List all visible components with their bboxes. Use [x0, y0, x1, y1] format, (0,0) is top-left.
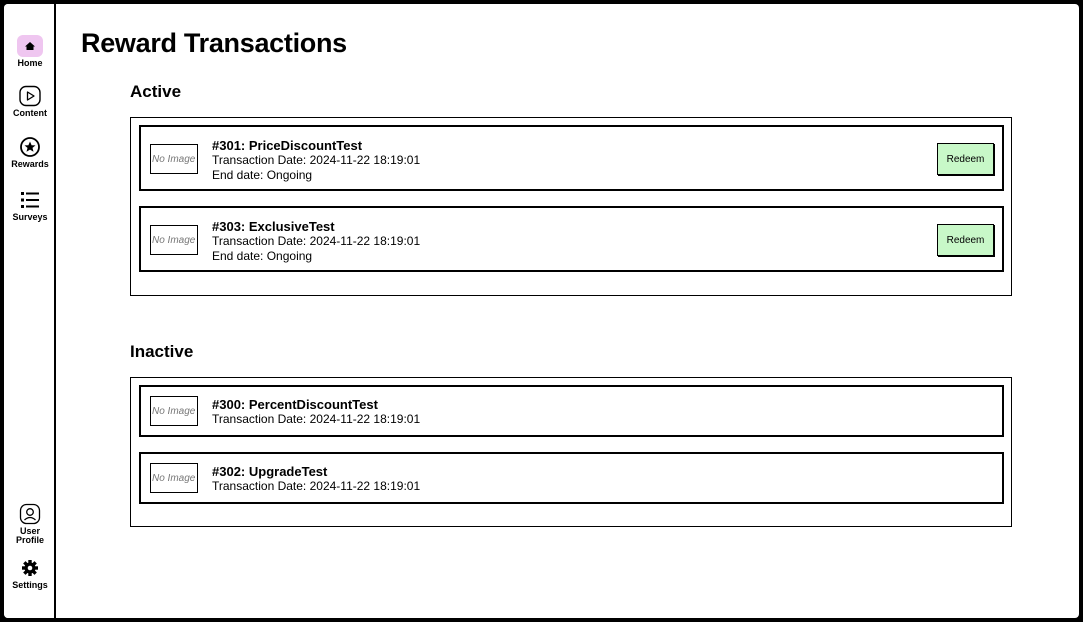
reward-card: No Image #302: UpgradeTest Transaction D…: [139, 452, 1004, 504]
nav-home-label: Home: [17, 58, 43, 68]
nav-surveys[interactable]: Surveys: [4, 189, 56, 222]
nav-home[interactable]: Home: [4, 35, 56, 68]
nav-surveys-label: Surveys: [12, 212, 48, 222]
transaction-date: Transaction Date: 2024-11-22 18:19:01: [212, 479, 421, 493]
reward-card: No Image #300: PercentDiscountTest Trans…: [139, 385, 1004, 437]
reward-title: #303: ExclusiveTest: [212, 219, 335, 234]
home-icon: [17, 35, 43, 57]
active-section-title: Active: [130, 82, 182, 101]
nav-rewards[interactable]: Rewards: [4, 136, 56, 169]
reward-card: No Image #301: PriceDiscountTest Transac…: [139, 125, 1004, 191]
sidebar: Home Content Rewards Surveys User Profil: [4, 4, 56, 618]
list-icon: [17, 189, 43, 211]
reward-image-placeholder: No Image: [150, 144, 198, 174]
page-title: Reward Transactions: [81, 28, 347, 58]
transaction-date: Transaction Date: 2024-11-22 18:19:01: [212, 234, 421, 248]
gear-icon: [17, 557, 43, 579]
inactive-section-title: Inactive: [130, 342, 194, 361]
nav-settings[interactable]: Settings: [4, 557, 56, 590]
nav-content[interactable]: Content: [4, 85, 56, 118]
nav-rewards-label: Rewards: [11, 159, 49, 169]
reward-title: #300: PercentDiscountTest: [212, 397, 378, 412]
nav-user-profile-label: User Profile: [15, 526, 44, 545]
nav-settings-label: Settings: [12, 580, 48, 590]
user-icon: [17, 503, 43, 525]
transaction-date: Transaction Date: 2024-11-22 18:19:01: [212, 153, 421, 167]
reward-title: #301: PriceDiscountTest: [212, 138, 363, 153]
star-icon: [17, 136, 43, 158]
end-date: End date: Ongoing: [212, 248, 313, 263]
nav-user-profile[interactable]: User Profile: [4, 503, 56, 545]
app-window: Home Content Rewards Surveys User Profil: [4, 4, 1079, 618]
play-icon: [17, 85, 43, 107]
reward-card: No Image #303: ExclusiveTest Transaction…: [139, 206, 1004, 272]
reward-title: #302: UpgradeTest: [212, 464, 328, 479]
main-content: Reward Transactions Active No Image #301…: [56, 4, 1079, 618]
redeem-button[interactable]: Redeem: [937, 224, 994, 256]
redeem-button[interactable]: Redeem: [937, 143, 994, 175]
nav-content-label: Content: [13, 108, 47, 118]
inactive-rewards-panel: No Image #300: PercentDiscountTest Trans…: [130, 377, 1012, 527]
end-date: End date: Ongoing: [212, 167, 313, 182]
reward-image-placeholder: No Image: [150, 396, 198, 426]
active-rewards-panel: No Image #301: PriceDiscountTest Transac…: [130, 117, 1012, 296]
reward-image-placeholder: No Image: [150, 463, 198, 493]
reward-image-placeholder: No Image: [150, 225, 198, 255]
transaction-date: Transaction Date: 2024-11-22 18:19:01: [212, 412, 421, 426]
